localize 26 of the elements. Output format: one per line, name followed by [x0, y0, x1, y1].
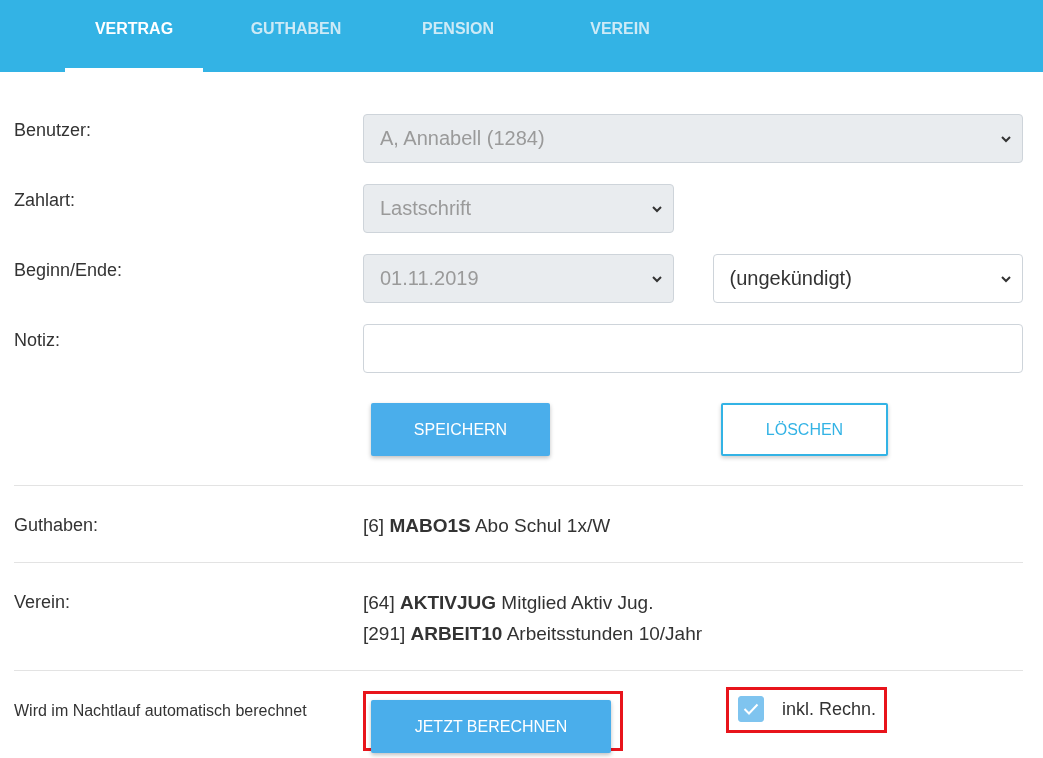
tab[interactable]: VERTRAG [65, 0, 203, 72]
info-text: [291] ARBEIT10 Arbeitsstunden 10/Jahr [363, 622, 704, 646]
info-label: Verein: [14, 591, 72, 614]
save-button[interactable]: SPEICHERN [371, 403, 550, 456]
info-label: Guthaben: [14, 514, 100, 537]
checkbox[interactable] [738, 696, 764, 722]
chevron-down-icon [1000, 134, 1012, 143]
field-label: Notiz: [14, 329, 61, 352]
input-field[interactable] [363, 324, 1023, 373]
field-label: Zahlart: [14, 189, 77, 212]
field-label: Beginn/Ende: [14, 259, 124, 282]
check-icon [743, 703, 759, 715]
info-text: [64] AKTIVJUG Mitglied Aktiv Jug. [363, 591, 655, 615]
calculate-button[interactable]: JETZT BERECHNEN [371, 700, 611, 753]
field-label: Benutzer: [14, 119, 93, 142]
chevron-down-icon [1000, 274, 1012, 283]
info-text: [6] MABO1S Abo Schul 1x/W [363, 514, 612, 538]
chevron-down-icon [651, 204, 663, 213]
checkbox-label: inkl. Rechn. [782, 698, 877, 720]
select-field[interactable]: (ungekündigt) [712, 254, 1023, 303]
tab[interactable]: GUTHABEN [227, 0, 365, 72]
note-text: Wird im Nachtlauf automatisch berechnet [14, 701, 308, 720]
tab[interactable]: PENSION [389, 0, 527, 72]
tab[interactable]: VEREIN [551, 0, 689, 72]
delete-button[interactable]: LÖSCHEN [721, 403, 888, 456]
chevron-down-icon [650, 274, 663, 283]
